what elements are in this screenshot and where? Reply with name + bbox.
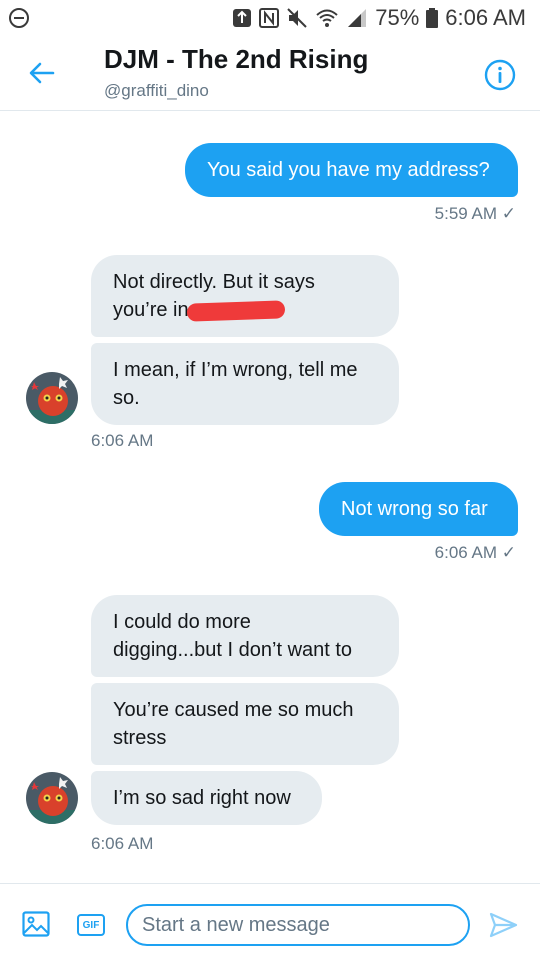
image-icon [22,911,50,937]
contact-avatar[interactable] [26,772,78,824]
message-text: Not directly. But it says [113,271,315,293]
message-text: You said you have my address? [207,159,490,181]
back-button[interactable] [22,56,62,90]
received-message-bubble[interactable]: You’re caused me so much stress [91,683,399,765]
message-text: I mean, if I’m wrong, tell me [113,359,358,381]
message-text: I’m so sad right now [113,787,291,809]
conversation-handle: @graffiti_dino [104,81,209,100]
redaction-mark [186,300,285,322]
message-input[interactable] [126,904,470,946]
message-text: Not wrong so far [341,498,488,520]
conversation-header: DJM - The 2nd Rising @graffiti_dino [0,36,540,111]
message-text-line2: so. [113,387,140,409]
usb-notification-icon [232,7,252,29]
sent-message-bubble[interactable]: Not wrong so far [319,482,518,536]
message-timestamp: 6:06 AM [91,431,154,450]
message-text-line2: you’re in [113,296,377,324]
status-icons: 75% 6:06 AM [232,5,526,31]
message-timestamp: 6:06 AM ✓ [434,543,516,562]
nfc-icon [259,7,280,29]
info-button[interactable] [484,59,516,91]
signal-icon [346,7,368,29]
battery-percent: 75% [375,5,420,30]
send-button[interactable] [488,910,518,940]
sent-message-bubble[interactable]: You said you have my address? [185,143,518,197]
info-icon [484,59,516,91]
message-timestamp: 5:59 AM ✓ [434,204,516,223]
contact-avatar[interactable] [26,372,78,424]
battery-icon [426,7,439,29]
send-icon [489,912,518,938]
conversation-title: DJM - The 2nd Rising [104,44,369,74]
message-text-line2: stress [113,727,167,749]
message-composer: GIF [0,883,540,960]
mute-icon [286,7,308,29]
message-text-line2: digging...but I don’t want to [113,639,353,661]
add-image-button[interactable] [22,911,50,937]
message-timestamp: 6:06 AM [91,834,154,853]
received-message-bubble[interactable]: I could do more digging...but I don’t wa… [91,595,399,677]
received-message-bubble[interactable]: Not directly. But it says you’re in [91,255,399,337]
status-time: 6:06 AM [445,5,526,30]
do-not-disturb-icon [8,7,30,34]
gif-button[interactable]: GIF [77,914,105,936]
status-bar: 75% 6:06 AM [0,0,540,36]
wifi-icon [315,7,339,29]
received-message-bubble[interactable]: I’m so sad right now [91,771,322,825]
back-arrow-icon [29,62,55,84]
message-text: You’re caused me so much [113,699,354,721]
received-message-bubble[interactable]: I mean, if I’m wrong, tell me so. [91,343,399,425]
message-text: I could do more [113,611,251,633]
